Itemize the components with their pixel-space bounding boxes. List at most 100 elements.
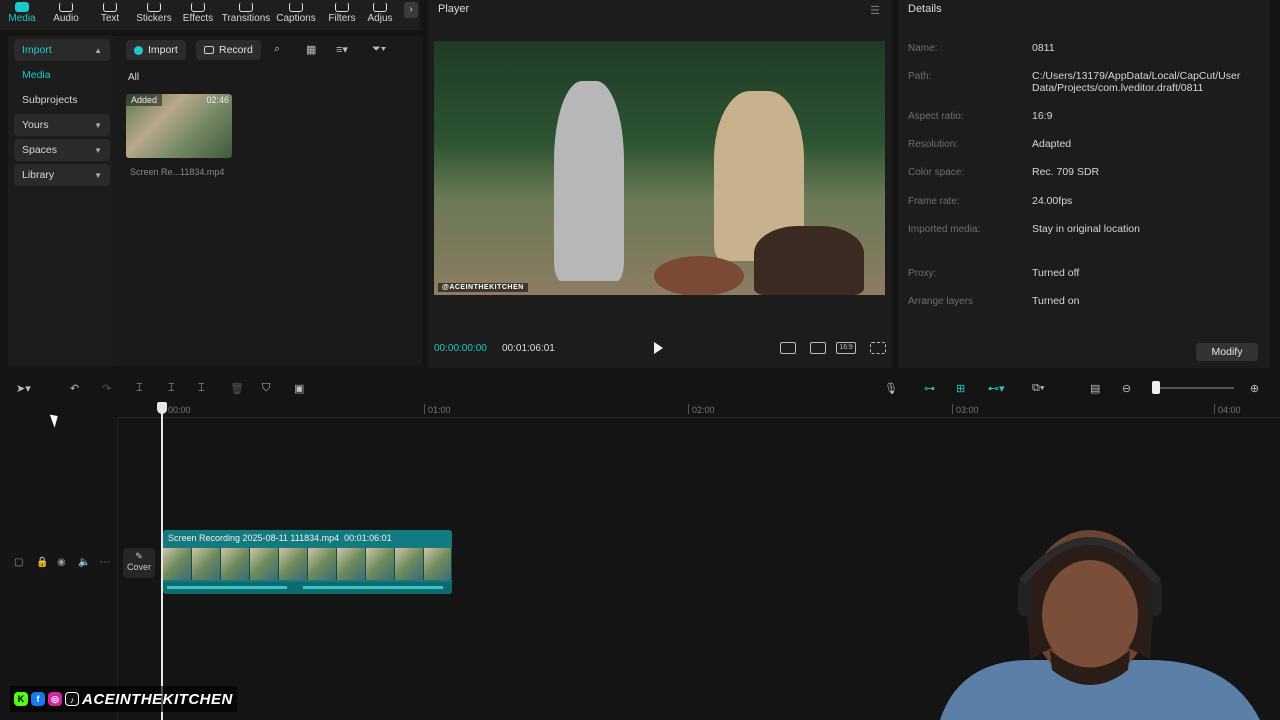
media-icon (15, 2, 29, 12)
screenshot-icon[interactable] (810, 342, 826, 354)
player-panel: Player ☰ @ACEINTHEKITCHEN 00:00:00:00 00… (428, 0, 892, 368)
more-icon[interactable]: ⋯ (100, 557, 110, 568)
sidebar-item-subprojects[interactable]: Subprojects (14, 89, 110, 111)
tab-captions[interactable]: Captions (272, 2, 320, 30)
playhead[interactable] (161, 404, 163, 720)
video-preview[interactable]: @ACEINTHEKITCHEN (434, 41, 885, 295)
chevron-right-icon[interactable]: › (404, 2, 418, 18)
sidebar-item-label: Yours (22, 119, 49, 131)
timeline-ruler[interactable]: 00:00 01:00 02:00 03:00 04:00 (118, 402, 1280, 418)
facebook-icon: f (31, 692, 45, 706)
link-icon[interactable]: ⊶ (924, 382, 935, 395)
sort-icon[interactable]: ≡▾ (336, 43, 348, 56)
media-thumbnail[interactable]: Added 02:46 (126, 94, 232, 158)
menu-icon[interactable]: ☰ (870, 4, 880, 17)
ruler-tick: 04:00 (1218, 405, 1241, 415)
detail-value: 16:9 (1032, 110, 1053, 122)
sidebar-item-import[interactable]: Import ▲ (14, 39, 110, 61)
tab-label: Media (8, 13, 36, 24)
tab-label: Adjus (367, 13, 393, 24)
instagram-icon: ◎ (48, 692, 62, 706)
undo-icon[interactable]: ↶ (70, 382, 79, 395)
detail-value: Turned off (1032, 267, 1080, 279)
tab-effects[interactable]: Effects (176, 2, 220, 30)
aspect-ratio-icon[interactable]: 16:9 (836, 342, 856, 354)
asset-toolbar: Media Audio Text Stickers Effects Transi… (0, 0, 420, 30)
auto-snap-icon[interactable]: ⊷▾ (988, 382, 1005, 395)
detail-label: Imported media: (908, 224, 981, 235)
chevron-down-icon: ▼ (94, 120, 102, 130)
zoom-slider-handle[interactable] (1152, 381, 1160, 394)
preview-axis-icon[interactable]: ⧉▾ (1032, 382, 1044, 395)
ruler-tick: 01:00 (428, 405, 451, 415)
play-icon[interactable] (654, 342, 663, 354)
sidebar-item-library[interactable]: Library ▼ (14, 164, 110, 186)
tab-label: Transitions (221, 13, 271, 24)
resolution-icon[interactable] (780, 342, 796, 354)
captions-icon (289, 2, 303, 12)
detail-value: Rec. 709 SDR (1032, 166, 1100, 178)
filter-all-label[interactable]: All (128, 72, 139, 83)
webcam-person (940, 530, 1260, 720)
tab-text[interactable]: Text (88, 2, 132, 30)
import-button[interactable]: Import (126, 40, 186, 60)
fullscreen-icon[interactable] (870, 342, 886, 354)
video-person (754, 226, 864, 295)
lock-icon[interactable]: 🔒 (36, 557, 48, 568)
filter-icon[interactable]: ⏷▾ (372, 43, 386, 56)
kick-icon: K (14, 692, 28, 706)
split-right-icon[interactable]: ⌶ (198, 382, 205, 395)
tab-label: Audio (53, 13, 79, 24)
zoom-slider-track[interactable] (1160, 387, 1234, 389)
tab-media[interactable]: Media (0, 2, 44, 30)
sidebar-item-label: Media (22, 69, 51, 81)
microphone-icon[interactable]: 🎙 (884, 382, 898, 395)
record-button[interactable]: Record (196, 40, 261, 60)
detail-label: Color space: (908, 167, 965, 178)
detail-label: Arrange layers (908, 296, 974, 307)
sidebar-item-yours[interactable]: Yours ▼ (14, 114, 110, 136)
cover-button[interactable]: ✎ Cover (123, 548, 155, 578)
split-icon[interactable]: ⌶ (136, 382, 143, 395)
tab-filters[interactable]: Filters (320, 2, 364, 30)
tab-audio[interactable]: Audio (44, 2, 88, 30)
waveform-segment (303, 586, 443, 589)
select-tool-icon[interactable]: ➤▾ (16, 382, 31, 395)
snap-icon[interactable]: ⊞ (956, 382, 965, 395)
volume-icon[interactable]: 🔈 (78, 557, 90, 568)
freeze-icon[interactable]: ▣ (294, 382, 304, 395)
track-thumbnail-icon[interactable]: ▢ (14, 557, 23, 568)
marker-icon[interactable]: ⛉ (262, 382, 270, 395)
search-icon[interactable]: ⌕ (274, 43, 280, 56)
delete-icon[interactable]: 🗑 (230, 382, 244, 395)
modify-button[interactable]: Modify (1196, 343, 1258, 361)
tab-label: Captions (276, 13, 316, 24)
record-label: Record (219, 44, 253, 56)
zoom-out-icon[interactable]: ⊖ (1122, 382, 1131, 395)
tab-transitions[interactable]: Transitions (220, 2, 272, 30)
detail-label: Frame rate: (908, 196, 960, 207)
sidebar-item-media[interactable]: Media (14, 64, 110, 86)
split-left-icon[interactable]: ⌶ (168, 382, 175, 395)
eye-icon[interactable]: ◉ (57, 557, 66, 568)
edit-icon: ✎ (135, 551, 143, 561)
zoom-in-icon[interactable]: ⊕ (1250, 382, 1259, 395)
tab-adjust[interactable]: Adjus (364, 2, 396, 30)
sidebar-item-spaces[interactable]: Spaces ▼ (14, 139, 110, 161)
timeline-clip[interactable]: Screen Recording 2025-08-11 111834.mp4 0… (163, 530, 452, 594)
sidebar-item-label: Subprojects (22, 94, 78, 106)
adjust-icon (373, 2, 387, 12)
detail-label: Aspect ratio: (908, 111, 964, 122)
track-header (0, 418, 118, 720)
tiktok-icon: ♪ (65, 692, 79, 706)
playhead-handle[interactable] (157, 402, 167, 414)
detail-value: 0811 (1032, 42, 1055, 54)
audio-icon (59, 2, 73, 12)
subtitles-icon[interactable]: ▤ (1090, 382, 1100, 395)
redo-icon[interactable]: ↷ (102, 382, 111, 395)
clip-frame (395, 548, 424, 580)
tab-label: Text (100, 13, 120, 24)
brand-text: ACEINTHEKITCHEN (82, 690, 233, 708)
grid-view-icon[interactable]: ▦ (306, 43, 316, 56)
tab-stickers[interactable]: Stickers (132, 2, 176, 30)
